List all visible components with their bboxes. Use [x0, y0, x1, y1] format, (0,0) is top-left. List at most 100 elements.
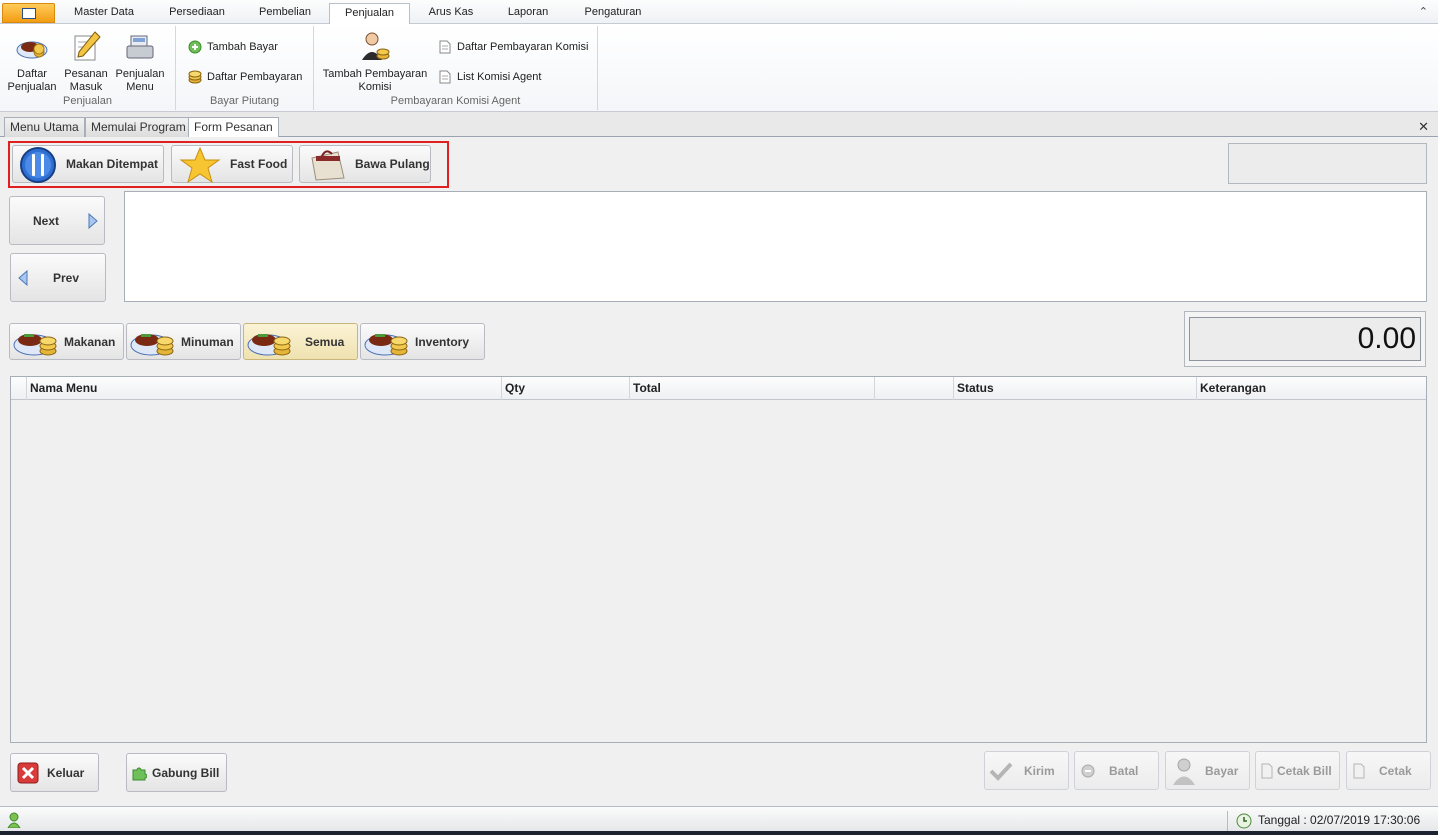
category-makanan-label: Makanan — [64, 334, 116, 349]
category-minuman-button[interactable]: Minuman — [126, 323, 241, 360]
document-tabs: Menu Utama Memulai Program Form Pesanan … — [0, 113, 1438, 138]
gabung-bill-button[interactable]: Gabung Bill — [126, 753, 227, 792]
group-label-bayar-piutang: Bayar Piutang — [209, 95, 280, 107]
category-makanan-button[interactable]: Makanan — [9, 323, 124, 360]
daftar-penjualan-button[interactable]: Daftar Penjualan — [4, 30, 60, 94]
group-label-komisi: Pembayaran Komisi Agent — [390, 95, 521, 107]
user-icon — [7, 812, 21, 831]
column-status[interactable]: Status — [953, 377, 1196, 400]
daftar-pembayaran-button[interactable]: Daftar Pembayaran — [188, 68, 302, 86]
daftar-penjualan-label: Daftar Penjualan — [7, 68, 57, 93]
next-label: Next — [33, 213, 60, 228]
total-display: 0.00 — [1184, 311, 1426, 367]
doc-tab-memulai-program[interactable]: Memulai Program — [85, 117, 192, 137]
column-qty[interactable]: Qty — [501, 377, 629, 400]
category-minuman-label: Minuman — [181, 334, 234, 349]
coins-icon — [188, 70, 202, 84]
shopping-bag-icon — [308, 148, 348, 185]
column-blank[interactable] — [874, 377, 953, 400]
column-keterangan[interactable]: Keterangan — [1196, 377, 1426, 400]
menu-bar: Master Data Persediaan Pembelian Penjual… — [0, 0, 1438, 24]
cetak-bill-button[interactable]: Cetak Bill — [1255, 751, 1340, 790]
arrow-right-icon — [88, 212, 98, 232]
tab-persediaan[interactable]: Persediaan — [154, 3, 240, 24]
makan-ditempat-label: Makan Ditempat — [66, 157, 159, 171]
tab-pembelian[interactable]: Pembelian — [244, 3, 326, 24]
window-icon — [22, 8, 36, 19]
group-label-penjualan: Penjualan — [63, 95, 112, 107]
makan-ditempat-button[interactable]: Makan Ditempat — [12, 145, 164, 183]
taskbar-edge — [0, 831, 1438, 835]
application-menu-button[interactable] — [2, 3, 55, 23]
tab-master-data[interactable]: Master Data — [58, 3, 150, 24]
fast-food-button[interactable]: Fast Food — [171, 145, 293, 186]
kirim-button[interactable]: Kirim — [984, 751, 1069, 790]
cetak-bill-label: Cetak Bill — [1277, 763, 1332, 778]
datetime-status: Tanggal : 02/07/2019 17:30:06 — [1258, 813, 1421, 827]
food-plate-icon — [15, 30, 49, 64]
tambah-pembayaran-komisi-button[interactable]: Tambah Pembayaran Komisi — [320, 30, 430, 94]
keluar-button[interactable]: Keluar — [10, 753, 99, 792]
tambah-pembayaran-komisi-label: Tambah Pembayaran Komisi — [322, 68, 428, 93]
pesanan-masuk-button[interactable]: Pesanan Masuk — [60, 30, 112, 94]
arrow-left-icon — [18, 269, 28, 289]
category-inventory-button[interactable]: Inventory — [360, 323, 485, 360]
prev-button[interactable]: Prev — [10, 253, 106, 302]
category-semua-button[interactable]: Semua — [243, 323, 358, 360]
tab-pengaturan[interactable]: Pengaturan — [568, 3, 658, 24]
order-grid[interactable]: Nama Menu Qty Total Status Keterangan — [10, 376, 1427, 743]
food-coins-icon — [129, 325, 179, 362]
agent-coins-icon — [358, 30, 392, 64]
daftar-pembayaran-komisi-button[interactable]: Daftar Pembayaran Komisi — [438, 38, 588, 56]
next-button[interactable]: Next — [9, 196, 105, 245]
category-semua-label: Semua — [305, 334, 345, 349]
fork-knife-icon — [15, 147, 61, 186]
penjualan-menu-label: Penjualan Menu — [115, 68, 165, 93]
category-inventory-label: Inventory — [415, 334, 470, 349]
penjualan-menu-button[interactable]: Penjualan Menu — [112, 30, 168, 94]
ribbon: Daftar Penjualan Pesanan Masuk Penjualan… — [0, 24, 1438, 112]
clock-icon — [1236, 813, 1252, 832]
close-tab-icon[interactable]: ✕ — [1418, 119, 1429, 135]
bayar-label: Bayar — [1205, 763, 1239, 778]
group-bayar-piutang: Tambah Bayar Daftar Pembayaran Bayar Piu… — [176, 26, 314, 110]
bawa-pulang-button[interactable]: Bawa Pulang — [299, 145, 431, 183]
cetak-button[interactable]: Cetak — [1346, 751, 1431, 790]
food-coins-icon — [246, 325, 296, 362]
batal-button[interactable]: Batal — [1074, 751, 1159, 790]
bayar-button[interactable]: Bayar — [1165, 751, 1250, 790]
kirim-label: Kirim — [1024, 763, 1055, 778]
minus-circle-icon — [1081, 764, 1095, 781]
form-pesanan: Makan Ditempat Fast Food Bawa Pulang Nex… — [0, 137, 1438, 806]
food-coins-icon — [363, 325, 413, 362]
column-total[interactable]: Total — [629, 377, 874, 400]
tab-laporan[interactable]: Laporan — [492, 3, 564, 24]
tab-penjualan[interactable]: Penjualan — [329, 3, 410, 24]
add-circle-icon — [188, 40, 202, 54]
group-penjualan: Daftar Penjualan Pesanan Masuk Penjualan… — [0, 26, 176, 110]
cashier-icon — [1170, 756, 1200, 789]
document-icon — [438, 40, 452, 54]
tab-arus-kas[interactable]: Arus Kas — [414, 3, 488, 24]
grid-header: Nama Menu Qty Total Status Keterangan — [11, 377, 1426, 400]
food-coins-icon — [12, 325, 62, 362]
pesanan-masuk-label: Pesanan Masuk — [64, 68, 108, 93]
tambah-bayar-button[interactable]: Tambah Bayar — [188, 38, 278, 56]
puzzle-icon — [131, 765, 148, 784]
list-komisi-agent-button[interactable]: List Komisi Agent — [438, 68, 541, 86]
pencil-note-icon — [69, 30, 103, 64]
bawa-pulang-label: Bawa Pulang — [355, 157, 430, 171]
ribbon-collapse-icon[interactable]: ⌃ — [1419, 5, 1428, 18]
total-value: 0.00 — [1189, 317, 1421, 361]
document-icon — [438, 70, 452, 84]
document-icon — [1353, 763, 1365, 782]
document-icon — [1261, 763, 1273, 782]
batal-label: Batal — [1109, 763, 1139, 778]
doc-tab-menu-utama[interactable]: Menu Utama — [4, 117, 85, 137]
doc-tab-form-pesanan[interactable]: Form Pesanan — [188, 117, 279, 138]
column-nama-menu[interactable]: Nama Menu — [26, 377, 501, 400]
gabung-bill-label: Gabung Bill — [152, 765, 220, 780]
cash-register-icon — [123, 30, 157, 64]
info-display — [1228, 143, 1427, 184]
star-icon — [178, 146, 222, 186]
